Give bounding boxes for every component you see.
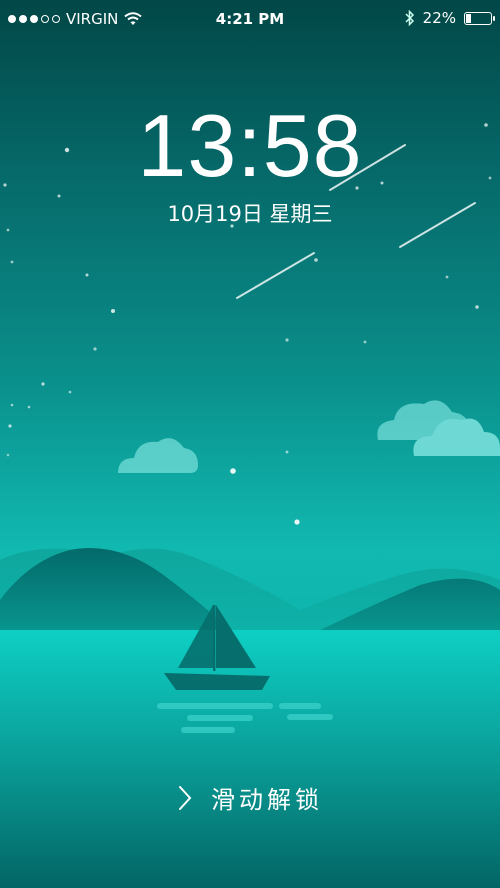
water <box>0 630 500 888</box>
battery-fill <box>466 13 471 23</box>
status-right: 22% <box>405 9 495 27</box>
lockscreen-clock: 13:58 <box>137 96 363 195</box>
battery-icon <box>464 11 495 25</box>
bluetooth-icon <box>405 10 414 26</box>
clouds <box>118 400 500 473</box>
slide-to-unlock[interactable]: 滑动解锁 <box>0 780 500 815</box>
lockscreen-date: 10月19日 星期三 <box>167 202 333 226</box>
slide-to-unlock-label: 滑动解锁 <box>211 786 323 814</box>
battery-percent: 22% <box>422 9 456 27</box>
chevron-right-icon <box>179 785 192 810</box>
status-bar: VIRGIN 4:21 PM 22% <box>0 0 500 40</box>
